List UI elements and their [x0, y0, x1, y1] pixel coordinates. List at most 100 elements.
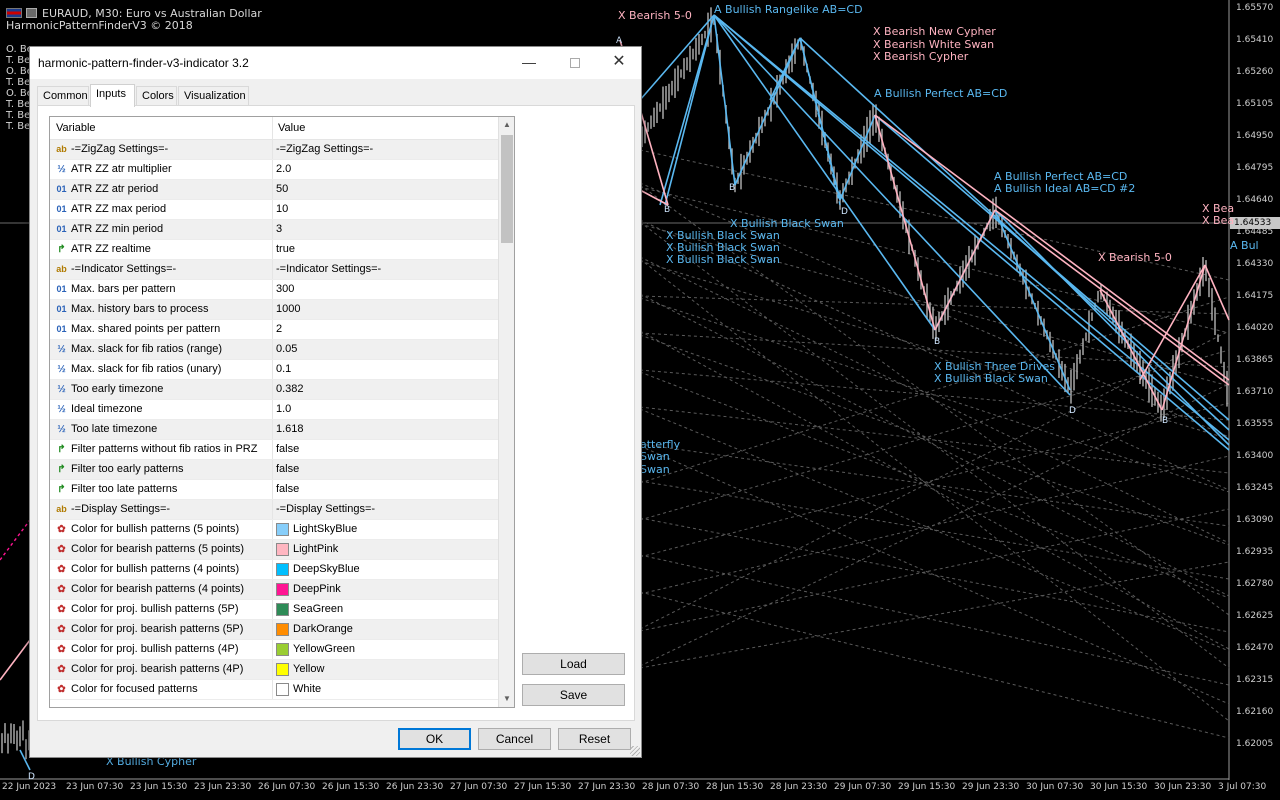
input-value[interactable]: LightSkyBlue: [293, 523, 357, 535]
input-value[interactable]: 10: [276, 203, 288, 215]
input-row[interactable]: ✿ Color for bearish patterns (4 points) De…: [50, 580, 498, 600]
input-value[interactable]: YellowGreen: [293, 643, 355, 655]
bool-type-icon: ↱: [57, 484, 66, 495]
tab-common[interactable]: Common: [37, 86, 89, 106]
input-value[interactable]: 0.05: [276, 343, 297, 355]
input-row[interactable]: 01 ATR ZZ min period 3: [50, 220, 498, 240]
input-row[interactable]: ✿ Color for proj. bullish patterns (5P) Se…: [50, 600, 498, 620]
scroll-down-icon[interactable]: ▼: [499, 691, 514, 707]
input-row[interactable]: ab -=Display Settings=- -=Display Settings…: [50, 500, 498, 520]
input-value[interactable]: 2: [276, 323, 282, 335]
input-row[interactable]: ½ ATR ZZ atr multiplier 2.0: [50, 160, 498, 180]
input-value[interactable]: 1.0: [276, 403, 291, 415]
scroll-thumb[interactable]: [501, 135, 513, 243]
input-row[interactable]: 01 Max. shared points per pattern 2: [50, 320, 498, 340]
cancel-button[interactable]: Cancel: [478, 728, 551, 750]
save-button[interactable]: Save: [522, 684, 625, 706]
input-row[interactable]: ✿ Color for proj. bearish patterns (4P) Ye…: [50, 660, 498, 680]
input-value[interactable]: false: [276, 463, 299, 475]
color-swatch[interactable]: [276, 583, 289, 596]
color-swatch[interactable]: [276, 683, 289, 696]
input-variable-name: Color for proj. bearish patterns (4P): [71, 663, 244, 675]
input-value[interactable]: false: [276, 483, 299, 495]
input-row[interactable]: ½ Ideal timezone 1.0: [50, 400, 498, 420]
projection-line: [639, 296, 1230, 484]
one-click-trading-icon[interactable]: [26, 8, 37, 18]
input-value[interactable]: 1.618: [276, 423, 304, 435]
color-swatch[interactable]: [276, 523, 289, 536]
color-swatch[interactable]: [276, 663, 289, 676]
input-value[interactable]: 50: [276, 183, 288, 195]
time-tick-label: 26 Jun 07:30: [258, 782, 316, 792]
input-row[interactable]: 01 ATR ZZ max period 10: [50, 200, 498, 220]
column-divider[interactable]: [272, 117, 273, 140]
input-row[interactable]: 01 Max. bars per pattern 300: [50, 280, 498, 300]
input-value[interactable]: Yellow: [293, 663, 324, 675]
input-row[interactable]: ✿ Color for focused patterns White: [50, 680, 498, 700]
input-variable-name: ATR ZZ max period: [71, 203, 167, 215]
time-tick-label: 28 Jun 23:30: [770, 782, 828, 792]
input-row[interactable]: ½ Max. slack for fib ratios (unary) 0.1: [50, 360, 498, 380]
tab-inputs[interactable]: Inputs: [90, 84, 135, 107]
color-swatch[interactable]: [276, 543, 289, 556]
input-row[interactable]: ½ Too early timezone 0.382: [50, 380, 498, 400]
input-value[interactable]: DeepPink: [293, 583, 341, 595]
input-value[interactable]: DeepSkyBlue: [293, 563, 360, 575]
input-row[interactable]: ✿ Color for bearish patterns (5 points) Li…: [50, 540, 498, 560]
input-row[interactable]: ✿ Color for bullish patterns (5 points) Li…: [50, 520, 498, 540]
input-row[interactable]: ↱ ATR ZZ realtime true: [50, 240, 498, 260]
load-button[interactable]: Load: [522, 653, 625, 675]
input-value[interactable]: White: [293, 683, 321, 695]
color-swatch[interactable]: [276, 643, 289, 656]
input-value[interactable]: true: [276, 243, 295, 255]
input-row[interactable]: ab -=ZigZag Settings=- -=ZigZag Settings=-: [50, 140, 498, 160]
ok-button[interactable]: OK: [398, 728, 471, 750]
input-value[interactable]: 0.1: [276, 363, 291, 375]
input-value[interactable]: false: [276, 443, 299, 455]
reset-button[interactable]: Reset: [558, 728, 631, 750]
grid-header: Variable Value: [50, 117, 498, 140]
input-row[interactable]: ½ Too late timezone 1.618: [50, 420, 498, 440]
cell-divider: [272, 420, 273, 439]
tab-colors[interactable]: Colors: [136, 86, 177, 106]
column-value[interactable]: Value: [278, 122, 305, 134]
input-row[interactable]: ✿ Color for proj. bearish patterns (5P) Da…: [50, 620, 498, 640]
input-value[interactable]: 0.382: [276, 383, 304, 395]
close-button[interactable]: ✕: [596, 47, 642, 77]
input-row[interactable]: ↱ Filter too late patterns false: [50, 480, 498, 500]
input-row[interactable]: ✿ Color for bullish patterns (4 points) De…: [50, 560, 498, 580]
input-row[interactable]: ✿ Color for proj. bullish patterns (4P) Ye…: [50, 640, 498, 660]
maximize-button[interactable]: [552, 47, 598, 77]
dialog-titlebar[interactable]: harmonic-pattern-finder-v3-indicator 3.2…: [30, 47, 641, 79]
input-value[interactable]: -=Indicator Settings=-: [276, 263, 381, 275]
input-row[interactable]: 01 Max. history bars to process 1000: [50, 300, 498, 320]
input-row[interactable]: ab -=Indicator Settings=- -=Indicator Sett…: [50, 260, 498, 280]
input-row[interactable]: ↱ Filter patterns without fib ratios in P…: [50, 440, 498, 460]
input-value[interactable]: 2.0: [276, 163, 291, 175]
scroll-up-icon[interactable]: ▲: [499, 117, 514, 133]
input-value[interactable]: LightPink: [293, 543, 338, 555]
grid-scrollbar[interactable]: ▲ ▼: [498, 117, 514, 707]
resize-grip[interactable]: [630, 746, 640, 756]
input-value[interactable]: 300: [276, 283, 294, 295]
color-swatch[interactable]: [276, 623, 289, 636]
input-value[interactable]: SeaGreen: [293, 603, 343, 615]
input-value[interactable]: 1000: [276, 303, 300, 315]
chart-menu-icon[interactable]: [6, 8, 22, 18]
pattern-label: A Bullish Rangelike AB=CD: [714, 3, 863, 16]
input-value[interactable]: -=Display Settings=-: [276, 503, 375, 515]
minimize-button[interactable]: —: [506, 47, 552, 77]
input-row[interactable]: 01 ATR ZZ atr period 50: [50, 180, 498, 200]
cell-divider: [272, 160, 273, 179]
color-type-icon: ✿: [57, 644, 66, 655]
color-swatch[interactable]: [276, 563, 289, 576]
column-variable[interactable]: Variable: [56, 122, 96, 134]
color-swatch[interactable]: [276, 603, 289, 616]
tab-visualization[interactable]: Visualization: [178, 86, 249, 106]
input-value[interactable]: DarkOrange: [293, 623, 353, 635]
input-value[interactable]: 3: [276, 223, 282, 235]
input-value[interactable]: -=ZigZag Settings=-: [276, 143, 373, 155]
inputs-grid: Variable Value ab -=ZigZag Settings=- -=Zi…: [49, 116, 515, 708]
input-row[interactable]: ½ Max. slack for fib ratios (range) 0.05: [50, 340, 498, 360]
input-row[interactable]: ↱ Filter too early patterns false: [50, 460, 498, 480]
